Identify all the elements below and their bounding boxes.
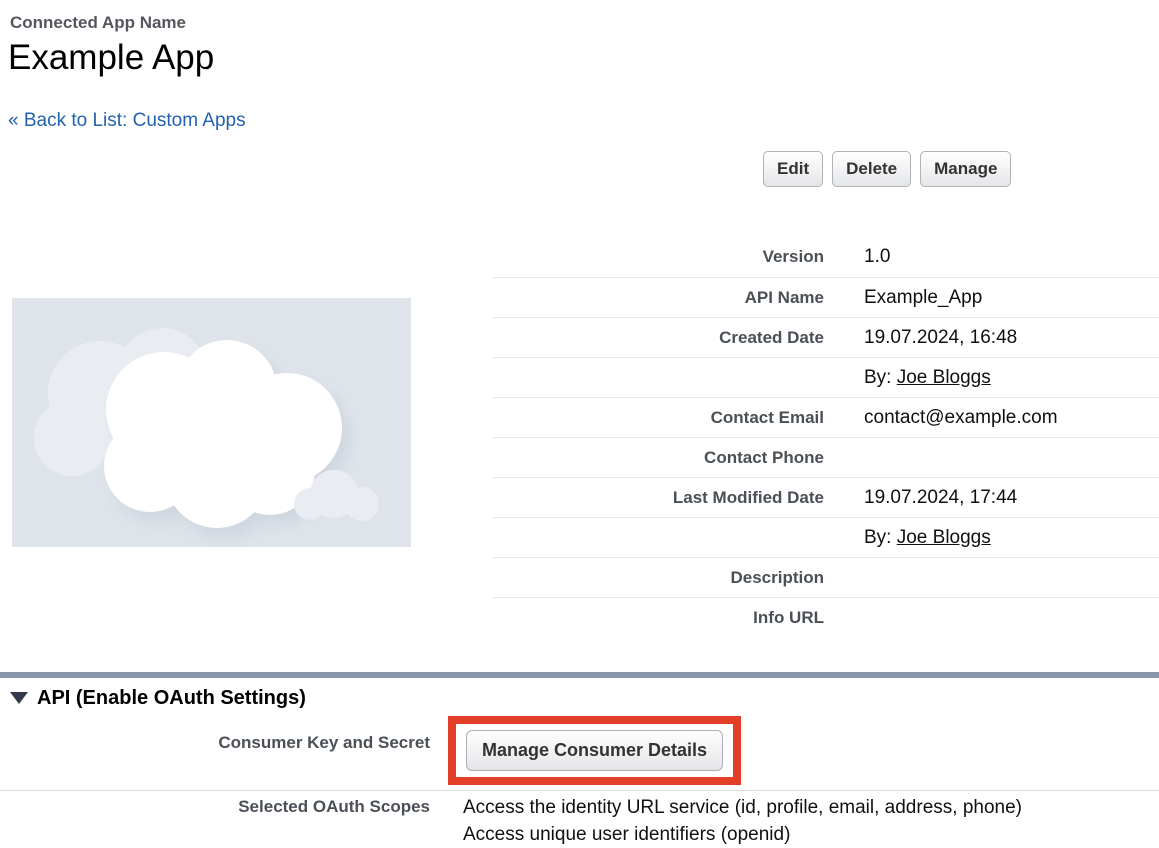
field-value: By: Joe Bloggs	[824, 367, 991, 389]
oauth-section-header: API (Enable OAuth Settings)	[10, 687, 306, 709]
field-label: API Name	[493, 288, 824, 308]
back-to-list-link[interactable]: « Back to List: Custom Apps	[8, 110, 246, 132]
highlight-annotation: Manage Consumer Details	[448, 716, 741, 785]
table-row-api-name: API Name Example_App	[493, 277, 1159, 317]
field-value: 19.07.2024, 17:44	[824, 487, 1017, 509]
field-value: contact@example.com	[824, 407, 1058, 429]
connected-app-detail-page: Connected App Name Example App « Back to…	[0, 0, 1159, 848]
table-row-contact-phone: Contact Phone	[493, 437, 1159, 477]
field-value: 19.07.2024, 16:48	[824, 327, 1017, 349]
section-divider-bar	[0, 672, 1159, 678]
manage-consumer-details-button[interactable]: Manage Consumer Details	[466, 730, 723, 771]
oauth-scopes-row: Selected OAuth Scopes Access the identit…	[0, 794, 1159, 848]
field-label: Contact Email	[493, 408, 824, 428]
consumer-key-row: Consumer Key and Secret Manage Consumer …	[0, 716, 1159, 785]
table-row-last-modified-date: Last Modified Date 19.07.2024, 17:44	[493, 477, 1159, 517]
table-row-info-url: Info URL	[493, 597, 1159, 637]
oauth-scopes-values: Access the identity URL service (id, pro…	[463, 794, 1022, 848]
field-label: Created Date	[493, 328, 824, 348]
table-row-description: Description	[493, 557, 1159, 597]
by-prefix: By:	[864, 527, 897, 548]
page-title: Example App	[8, 38, 214, 78]
cloud-illustration-icon	[12, 298, 411, 547]
field-label: Contact Phone	[493, 448, 824, 468]
table-row-contact-email: Contact Email contact@example.com	[493, 397, 1159, 437]
by-prefix: By:	[864, 367, 897, 388]
created-by-user-link[interactable]: Joe Bloggs	[897, 367, 991, 388]
consumer-key-label: Consumer Key and Secret	[0, 716, 430, 753]
edit-button[interactable]: Edit	[763, 151, 823, 187]
modified-by-user-link[interactable]: Joe Bloggs	[897, 527, 991, 548]
field-label: Last Modified Date	[493, 488, 824, 508]
field-label: Version	[493, 247, 824, 267]
table-row-created-date: Created Date 19.07.2024, 16:48	[493, 317, 1159, 357]
oauth-scopes-label: Selected OAuth Scopes	[0, 794, 430, 817]
oauth-scope-item: Access unique user identifiers (openid)	[463, 821, 1022, 848]
field-value: By: Joe Bloggs	[824, 527, 991, 549]
entity-type-label: Connected App Name	[10, 13, 186, 33]
table-row-created-by: By: Joe Bloggs	[493, 357, 1159, 397]
delete-button[interactable]: Delete	[832, 151, 911, 187]
oauth-section-title: API (Enable OAuth Settings)	[37, 687, 306, 710]
manage-button[interactable]: Manage	[920, 151, 1011, 187]
field-value: 1.0	[824, 246, 890, 268]
row-divider	[0, 790, 1159, 791]
oauth-scope-item: Access the identity URL service (id, pro…	[463, 794, 1022, 821]
action-toolbar: Edit Delete Manage	[763, 151, 1011, 187]
app-detail-table: Version 1.0 API Name Example_App Created…	[493, 237, 1159, 637]
collapse-triangle-icon[interactable]	[10, 692, 28, 704]
field-label: Info URL	[493, 608, 824, 628]
field-value: Example_App	[824, 287, 982, 309]
app-logo-cloud-image	[12, 298, 411, 547]
table-row-version: Version 1.0	[493, 237, 1159, 277]
table-row-modified-by: By: Joe Bloggs	[493, 517, 1159, 557]
field-label: Description	[493, 568, 824, 588]
